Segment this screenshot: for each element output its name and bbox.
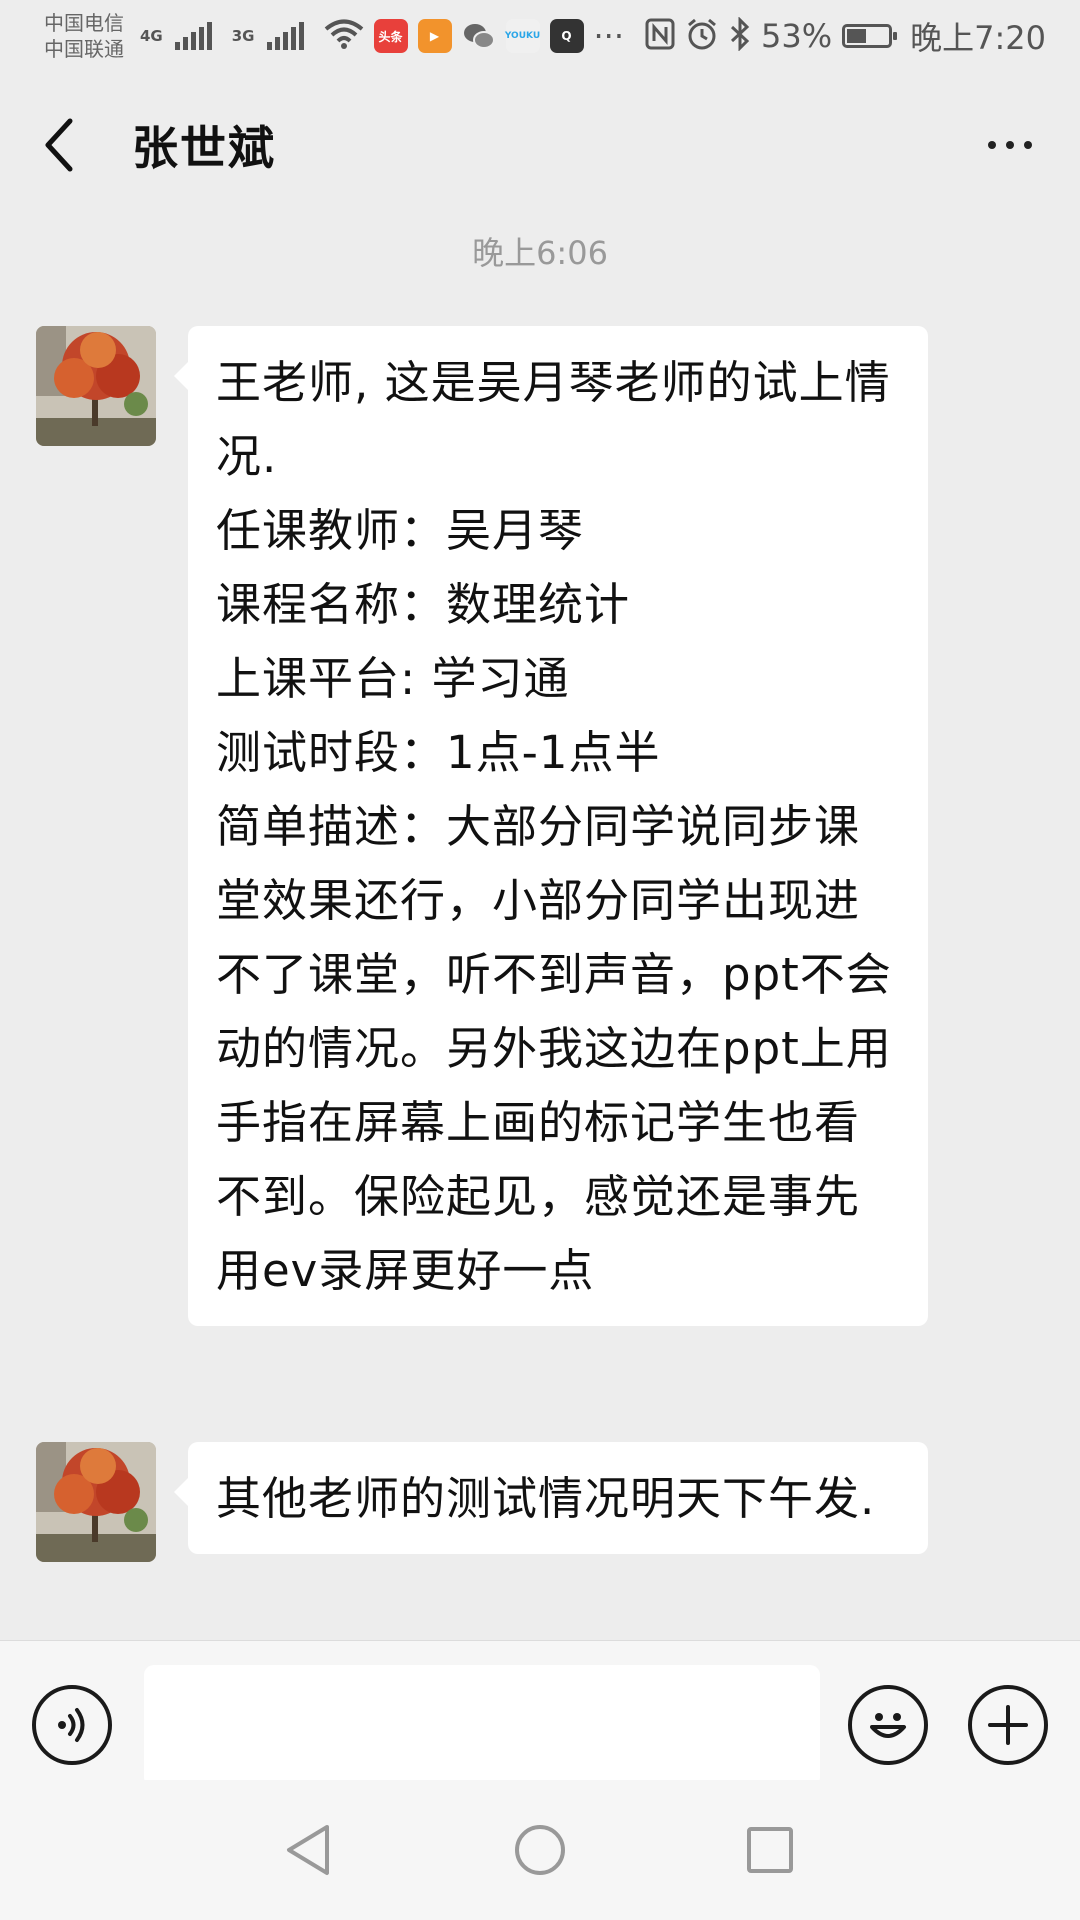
carrier-2: 中国联通 [44, 37, 124, 61]
message-line: 其他老师的测试情况明天下午发. [216, 1472, 876, 1525]
battery-icon [842, 24, 898, 48]
network-type-1: 4G [140, 27, 163, 45]
nav-recents-icon[interactable] [740, 1820, 800, 1880]
battery-percent: 53% [761, 17, 833, 55]
message-line: 任课教师：吴月琴 [216, 504, 585, 557]
youku-app-icon: YOUKU [505, 19, 540, 53]
nav-home-icon[interactable] [510, 1820, 570, 1880]
emoji-icon [870, 1713, 906, 1738]
input-bar [0, 1640, 1080, 1787]
status-bar-right: 53% 晚上7:20 [645, 13, 1046, 59]
message-row: 王老师, 这是吴月琴老师的试上情况. 任课教师：吴月琴 课程名称：数理统计 上课… [36, 326, 928, 1326]
message-line: 简单描述：大部分同学说同步课堂效果还行，小部分同学出现进不了课堂，听不到声音，p… [216, 800, 892, 1297]
carrier-1: 中国电信 [44, 11, 124, 35]
more-functions-button[interactable] [968, 1685, 1048, 1765]
page-title: 张世斌 [132, 121, 276, 175]
message-timestamp: 晚上6:06 [472, 234, 608, 272]
clock: 晚上7:20 [910, 19, 1046, 57]
tv-app-icon: Q [549, 19, 584, 53]
wechat-chat-screen: 中国电信 中国联通 4G 3G 头条 ▶ YOUKU Q ··· 53% 晚上7… [0, 0, 1080, 1920]
carrier-names: 中国电信 中国联通 [44, 10, 124, 62]
system-navigation-bar [0, 1780, 1080, 1920]
message-row: 其他老师的测试情况明天下午发. [36, 1442, 928, 1562]
network-type-2: 3G [231, 27, 255, 45]
voice-input-button[interactable] [32, 1685, 112, 1765]
wechat-app-icon [462, 19, 496, 53]
avatar[interactable] [36, 1442, 156, 1562]
emoji-button[interactable] [848, 1685, 928, 1765]
status-bar: 中国电信 中国联通 4G 3G 头条 ▶ YOUKU Q ··· 53% 晚上7… [0, 0, 1080, 72]
nfc-icon [645, 18, 675, 54]
more-notifications-icon: ··· [593, 17, 625, 55]
signal-2-icon [266, 22, 304, 50]
chat-area[interactable]: 晚上6:06 王老师, 这是吴月琴老师的试上情况. 任课教师：吴月琴 课程名称：… [0, 218, 1080, 1640]
plus-icon [988, 1705, 1028, 1745]
wifi-icon [324, 18, 364, 54]
message-bubble[interactable]: 其他老师的测试情况明天下午发. [174, 1442, 928, 1554]
message-line: 测试时段：1点-1点半 [216, 726, 661, 779]
message-line: 王老师, 这是吴月琴老师的试上情况. [216, 356, 891, 483]
nav-back-icon[interactable] [278, 1820, 338, 1880]
bluetooth-icon [729, 16, 751, 55]
avatar[interactable] [36, 326, 156, 446]
title-bar: 张世斌 [0, 72, 1080, 218]
voice-icon [58, 1708, 85, 1742]
signal-1-icon [174, 22, 212, 50]
message-input[interactable] [144, 1665, 820, 1787]
alarm-icon [685, 17, 719, 55]
message-bubble[interactable]: 王老师, 这是吴月琴老师的试上情况. 任课教师：吴月琴 课程名称：数理统计 上课… [174, 326, 928, 1326]
more-options-icon[interactable] [970, 115, 1050, 175]
video-play-app-icon: ▶ [417, 19, 452, 53]
message-line: 上课平台: 学习通 [216, 652, 570, 705]
back-arrow-icon[interactable] [30, 115, 90, 175]
message-line: 课程名称：数理统计 [216, 578, 631, 631]
status-bar-left: 中国电信 中国联通 4G 3G 头条 ▶ YOUKU Q ··· [44, 10, 624, 62]
toutiao-app-icon: 头条 [373, 19, 408, 53]
